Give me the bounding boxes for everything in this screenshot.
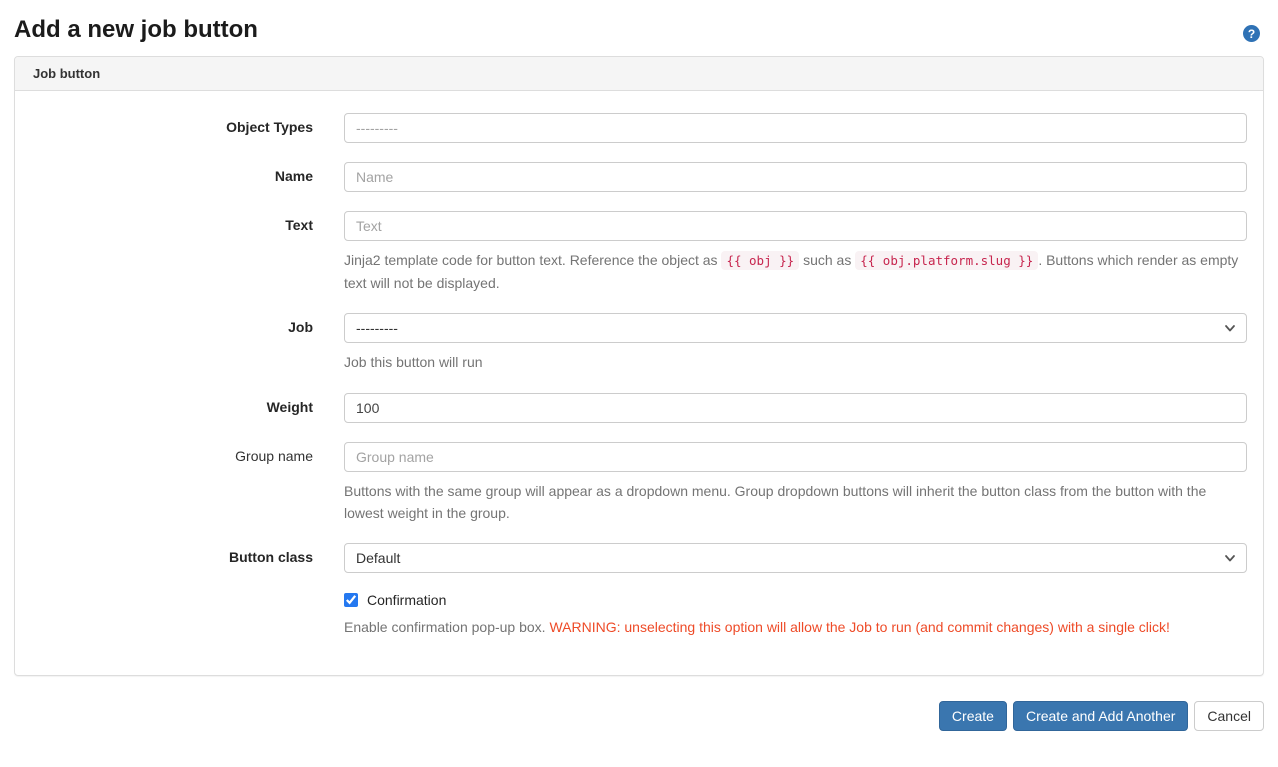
job-label: Job (288, 319, 313, 336)
job-select[interactable]: --------- (344, 313, 1247, 344)
create-button[interactable]: Create (938, 700, 1007, 731)
name-input[interactable] (344, 162, 1247, 193)
job-button-form: Object Types Name Text Jinja2 template c… (15, 91, 1263, 674)
group-name-row: Group name Buttons with the same group w… (30, 441, 1247, 525)
weight-row: Weight (30, 392, 1247, 423)
group-name-label: Group name (235, 447, 313, 464)
button-class-row: Button class Default (30, 543, 1247, 574)
name-row: Name (30, 162, 1247, 193)
weight-label: Weight (266, 398, 313, 415)
confirmation-row: Confirmation Enable confirmation pop-up … (344, 592, 1247, 638)
job-row: Job --------- Job this button will run (30, 313, 1247, 373)
page-title: Add a new job button (14, 16, 258, 43)
help-icon[interactable]: ? (1243, 25, 1260, 43)
button-class-select[interactable]: Default (344, 543, 1247, 574)
code-obj: {{ obj }} (721, 251, 800, 271)
text-input[interactable] (344, 211, 1247, 242)
weight-input[interactable] (344, 392, 1247, 423)
code-platform-slug: {{ obj.platform.slug }} (855, 251, 1039, 271)
group-name-help: Buttons with the same group will appear … (344, 482, 1207, 521)
name-label: Name (274, 168, 313, 185)
job-button-panel: Job button Object Types Name Text (14, 56, 1264, 676)
text-help: Jinja2 template code for button text. Re… (344, 251, 1239, 291)
object-types-input[interactable] (344, 113, 1247, 144)
confirmation-help: Enable confirmation pop-up box. WARNING:… (344, 619, 1170, 636)
confirmation-checkbox[interactable] (344, 593, 358, 608)
panel-header: Job button (15, 57, 1263, 92)
text-row: Text Jinja2 template code for button tex… (30, 211, 1247, 294)
create-and-add-another-button[interactable]: Create and Add Another (1012, 700, 1189, 731)
text-label: Text (285, 217, 313, 234)
object-types-label: Object Types (226, 119, 313, 136)
object-types-row: Object Types (30, 113, 1247, 144)
job-help: Job this button will run (344, 354, 483, 371)
button-class-label: Button class (228, 549, 313, 566)
confirmation-warning: WARNING: unselecting this option will al… (549, 619, 1170, 636)
page-header: Add a new job button ? (0, 0, 1278, 56)
group-name-input[interactable] (344, 441, 1247, 472)
cancel-button[interactable]: Cancel (1194, 700, 1264, 731)
form-actions: Create Create and Add Another Cancel (14, 700, 1264, 731)
confirmation-label[interactable]: Confirmation (367, 592, 446, 608)
